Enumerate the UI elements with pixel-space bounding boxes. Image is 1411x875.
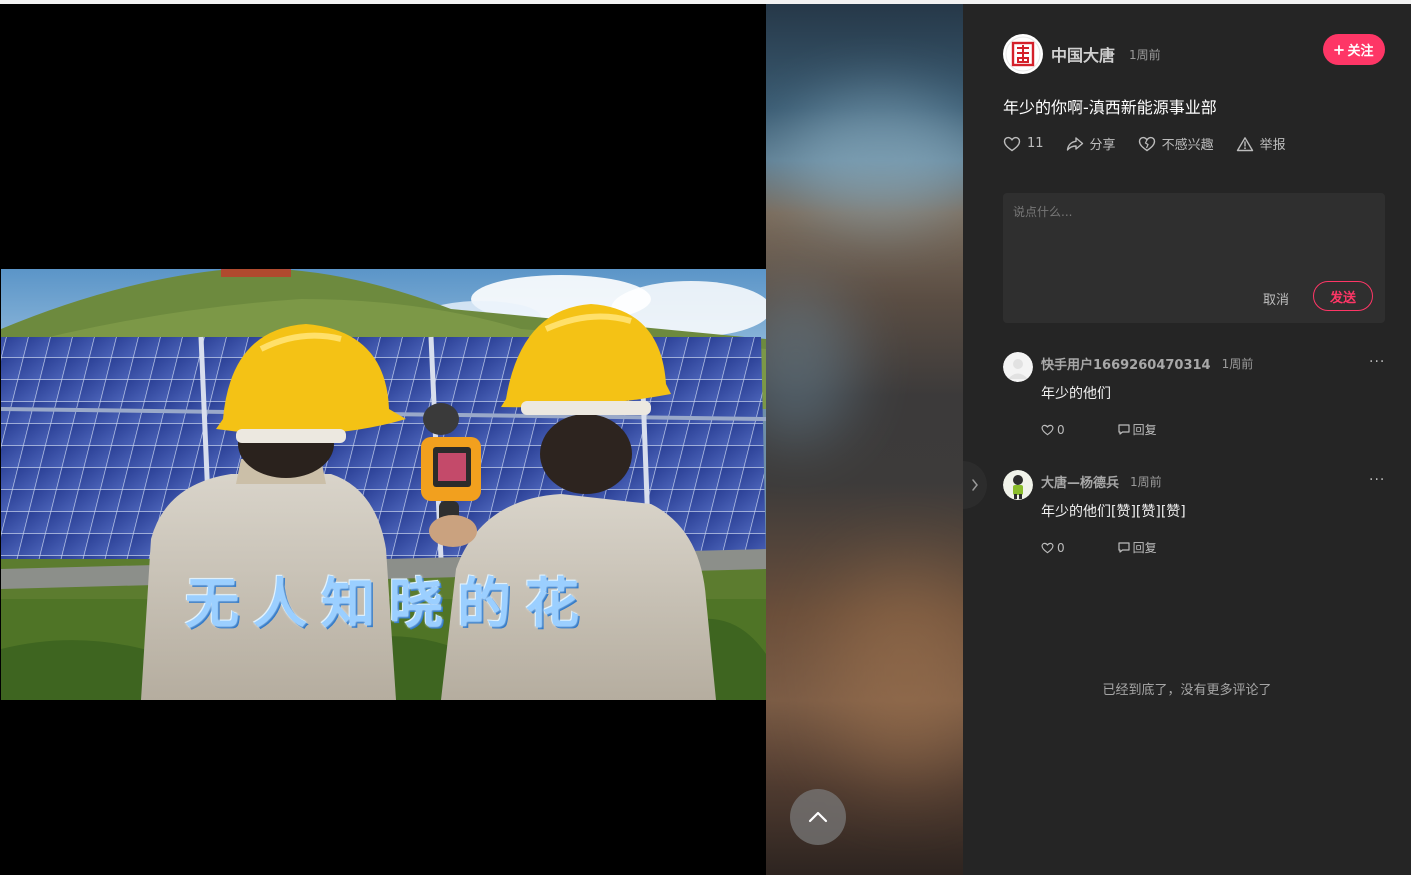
warning-icon <box>1236 136 1253 151</box>
author-info: 中国大唐 1周前 <box>1003 34 1161 74</box>
collapse-panel-button[interactable] <box>963 461 987 509</box>
report-button[interactable]: 举报 <box>1236 134 1286 153</box>
blur-glow <box>786 94 963 224</box>
share-button[interactable]: 分享 <box>1066 134 1116 153</box>
comment-like-button[interactable]: 0 <box>1041 541 1065 555</box>
heart-icon <box>1041 424 1054 435</box>
post-time: 1周前 <box>1129 47 1161 62</box>
share-icon <box>1066 136 1083 151</box>
plus-icon <box>1334 44 1345 55</box>
comment-time: 1周前 <box>1130 475 1162 489</box>
like-button[interactable]: 11 <box>1003 136 1044 152</box>
comment-actions: 0 回复 <box>1041 539 1157 556</box>
reply-label: 回复 <box>1132 423 1157 437</box>
not-interested-button[interactable]: 不感兴趣 <box>1138 134 1214 153</box>
default-user-icon <box>1003 352 1033 382</box>
comment-actions: 0 回复 <box>1041 421 1157 438</box>
comment-text: 年少的他们[赞][赞][赞] <box>1041 504 1186 520</box>
chevron-up-icon <box>808 811 828 823</box>
video-blur-background <box>766 4 963 875</box>
post-title: 年少的你啊-滇西新能源事业部 <box>1003 98 1217 117</box>
not-interested-label: 不感兴趣 <box>1161 138 1214 153</box>
commenter-avatar[interactable] <box>1003 352 1033 382</box>
video-frame[interactable]: 无人知晓的花 <box>1 269 766 700</box>
comment-header: 快手用户1669260470314 1周前 <box>1041 354 1253 373</box>
author-avatar[interactable] <box>1003 34 1043 74</box>
broken-heart-icon <box>1138 136 1155 151</box>
cancel-button[interactable]: 取消 <box>1257 288 1295 309</box>
follow-button[interactable]: 关注 <box>1323 34 1385 65</box>
comment-like-count: 0 <box>1057 540 1065 555</box>
chevron-right-icon <box>972 479 978 491</box>
datang-logo-icon <box>1005 36 1041 72</box>
end-of-comments-note: 已经到底了，没有更多评论了 <box>1102 683 1272 698</box>
more-options-icon[interactable]: ··· <box>1369 472 1385 488</box>
comment-reply-button[interactable]: 回复 <box>1118 539 1157 556</box>
heart-icon <box>1041 542 1054 553</box>
comment-reply-button[interactable]: 回复 <box>1118 421 1157 438</box>
blur-glow <box>766 284 856 444</box>
more-options-icon[interactable]: ··· <box>1369 354 1385 370</box>
commenter-avatar[interactable] <box>1003 470 1033 500</box>
commenter-name[interactable]: 大唐—杨德兵 <box>1041 472 1119 491</box>
post-actions: 11 分享 不感兴趣 举报 <box>1003 134 1308 153</box>
user-avatar-icon <box>1003 470 1033 500</box>
author-name[interactable]: 中国大唐 <box>1051 42 1115 66</box>
reply-label: 回复 <box>1132 541 1157 555</box>
video-player[interactable]: 无人知晓的花 <box>0 4 766 875</box>
follow-label: 关注 <box>1347 44 1374 59</box>
comment-like-count: 0 <box>1057 422 1065 437</box>
scroll-up-button[interactable] <box>790 789 846 845</box>
comment-header: 大唐—杨德兵 1周前 <box>1041 472 1162 491</box>
blur-glow <box>826 564 963 784</box>
comment-composer: 取消 发送 <box>1003 193 1385 323</box>
comment-input[interactable] <box>1011 201 1375 265</box>
report-label: 举报 <box>1259 138 1286 153</box>
share-label: 分享 <box>1089 138 1116 153</box>
video-subtitle: 无人知晓的花 <box>185 572 593 635</box>
commenter-name[interactable]: 快手用户1669260470314 <box>1041 354 1211 373</box>
send-button[interactable]: 发送 <box>1313 281 1373 311</box>
comment-text: 年少的他们 <box>1041 386 1111 402</box>
comment-panel: 中国大唐 1周前 关注 年少的你啊-滇西新能源事业部 11 分享 不感兴趣 举报… <box>963 4 1411 875</box>
heart-icon <box>1003 136 1021 151</box>
reply-bubble-icon <box>1118 424 1130 435</box>
like-count: 11 <box>1027 136 1044 151</box>
reply-bubble-icon <box>1118 542 1130 553</box>
comment-time: 1周前 <box>1221 357 1254 371</box>
comment-like-button[interactable]: 0 <box>1041 423 1065 437</box>
